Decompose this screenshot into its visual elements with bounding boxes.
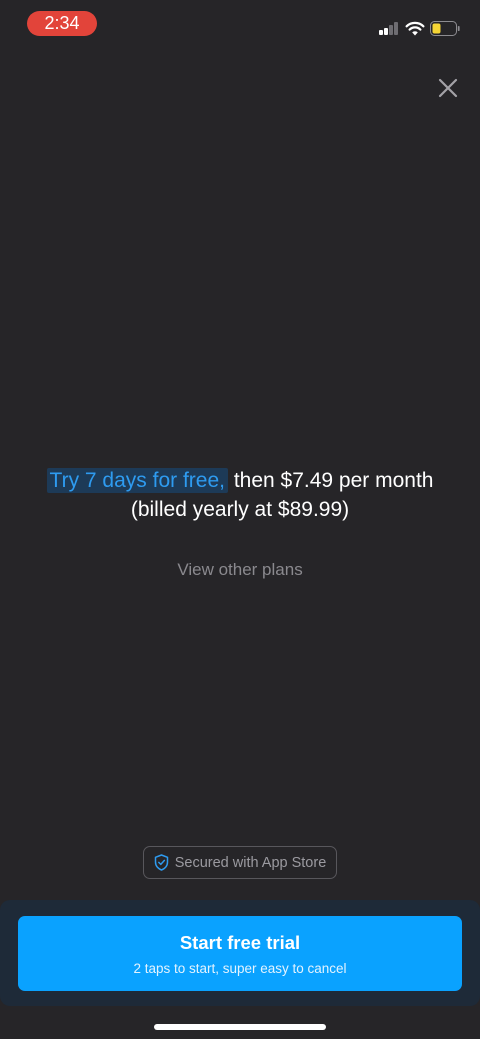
secured-label: Secured with App Store: [174, 854, 327, 871]
free-trial-highlight: Try 7 days for free,: [46, 468, 228, 493]
cellular-signal-icon: [379, 22, 400, 35]
cta-title: Start free trial: [179, 932, 301, 953]
close-icon[interactable]: [434, 74, 462, 102]
secured-badge: Secured with App Store: [143, 846, 337, 879]
cta-subtitle: 2 taps to start, super easy to cancel: [133, 961, 347, 976]
start-free-trial-button[interactable]: Start free trial 2 taps to start, super …: [18, 916, 462, 991]
wifi-icon: [405, 21, 425, 36]
view-other-plans-link[interactable]: View other plans: [0, 560, 480, 580]
battery-icon: [430, 21, 460, 36]
status-bar: 2:34: [0, 0, 480, 46]
offer-text: Try 7 days for free, then $7.49 per mont…: [40, 466, 440, 524]
shield-check-icon: [154, 854, 168, 871]
status-time[interactable]: 2:34: [27, 11, 97, 36]
home-indicator[interactable]: [154, 1024, 326, 1030]
